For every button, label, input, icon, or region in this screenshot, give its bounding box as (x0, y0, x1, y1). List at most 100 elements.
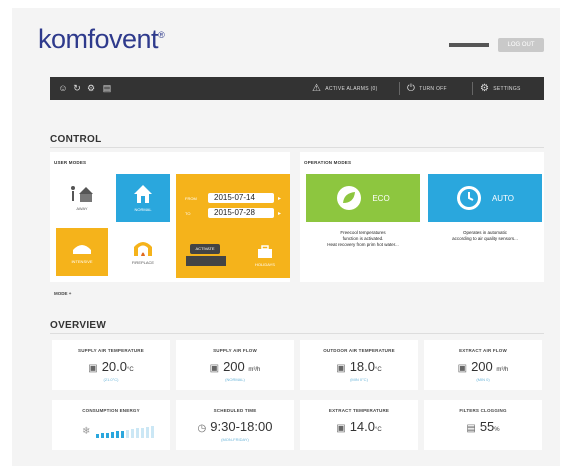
card-title: FILTERS CLOGGING (459, 408, 507, 413)
mode-away-label: AWAY (76, 206, 88, 211)
power-icon: ⏻ (407, 83, 416, 94)
card-value: 18.0 (349, 359, 376, 374)
overview-card-supply-flow[interactable]: SUPPLY AIR FLOW ▣ 200 m³/h (NORMAL) (176, 340, 294, 390)
holiday-activate-button[interactable]: ACTIVATE (190, 244, 220, 254)
card-value-row: ▣ 18.0°C (300, 359, 418, 374)
eco-mode-button[interactable]: ECO (306, 174, 420, 222)
active-alarms-button[interactable]: ⚠ ACTIVE ALARMS (0) (312, 77, 378, 100)
logout-button[interactable]: LOG OUT (498, 38, 544, 52)
user-modes-label: USER MODES (54, 160, 87, 165)
mode-intensive-label: INTENSIVE (71, 259, 93, 264)
energy-level-bar (111, 431, 114, 438)
card-unit: % (494, 427, 500, 433)
thermometer-icon: ▣ (336, 363, 346, 374)
card-unit: °C (375, 367, 382, 373)
company-logo[interactable]: komfovent® (38, 24, 165, 55)
mode-normal-label: NORMAL (134, 207, 152, 212)
overview-card-energy[interactable]: CONSUMPTION ENERGY ❄ (52, 400, 170, 450)
card-unit: m³/h (248, 367, 261, 373)
card-value-row: ◷ 9:30-18:00 (176, 419, 294, 434)
holiday-caption: HOLIDAYS (255, 262, 275, 267)
card-value-row: ▣ 200 m³/h (424, 359, 542, 374)
turn-off-button[interactable]: ⏻ TURN OFF (407, 77, 447, 100)
eco-description: Freecool temperatures function is activa… (327, 230, 399, 247)
card-sub: (MON-FRIDAY) (221, 437, 249, 442)
overview-card-extract-temp[interactable]: EXTRACT TEMPERATURE ▣ 14.0°C (300, 400, 418, 450)
to-date-field[interactable]: 2015-07-28 (208, 208, 274, 218)
divider (399, 82, 400, 95)
eco-label: ECO (372, 193, 390, 203)
card-value: 200 (471, 359, 493, 374)
card-value: 9:30-18:00 (210, 419, 273, 434)
card-title: SUPPLY AIR FLOW (213, 348, 257, 353)
energy-level-bar (116, 431, 119, 438)
document-icon[interactable]: ▤ (102, 82, 112, 94)
energy-level-bar (146, 427, 149, 438)
energy-level-bar (96, 434, 99, 438)
from-date-field[interactable]: 2015-07-14 (208, 193, 274, 203)
energy-level-bar (106, 432, 109, 438)
holiday-suitcase-tile[interactable]: HOLIDAYS (242, 236, 288, 276)
home-icon (134, 185, 152, 203)
top-toolbar: ☺ ↻ ⚙ ▤ ⚠ ACTIVE ALARMS (0) ⏻ TURN OFF ⚙… (50, 77, 544, 100)
card-title: EXTRACT AIR FLOW (459, 348, 507, 353)
card-title: SCHEDULED TIME (213, 408, 257, 413)
refresh-icon[interactable]: ↻ (72, 82, 82, 94)
energy-level-bars (96, 426, 154, 438)
energy-level-bar (141, 427, 144, 438)
auto-description: Operates in automatic according to air q… (452, 230, 518, 241)
intensive-icon (73, 245, 91, 254)
card-sub: (21.0°C) (103, 377, 119, 382)
to-calendar-icon[interactable]: ▸ (278, 210, 281, 217)
card-title: CONSUMPTION ENERGY (82, 408, 140, 413)
card-title: EXTRACT TEMPERATURE (328, 408, 390, 413)
divider (50, 147, 544, 148)
overview-card-extract-flow[interactable]: EXTRACT AIR FLOW ▣ 200 m³/h (MIN 0) (424, 340, 542, 390)
card-unit: °C (375, 427, 382, 433)
from-label: FROM (185, 196, 197, 201)
settings-icon[interactable]: ⚙ (86, 82, 96, 94)
eco-leaf-icon (337, 186, 362, 210)
snowflake-icon: ❄ (82, 426, 91, 437)
energy-level-bar (126, 429, 129, 438)
card-sub: (MIN 0°C) (350, 377, 368, 382)
card-value-row: ▣ 14.0°C (300, 419, 418, 434)
from-calendar-icon[interactable]: ▸ (278, 195, 281, 202)
card-value: 20.0 (101, 359, 128, 374)
gear-icon: ⚙ (480, 83, 490, 94)
fan-icon: ▣ (457, 363, 468, 374)
mode-fireplace-tile[interactable]: FIREPLACE (116, 228, 170, 276)
fireplace-icon (134, 242, 152, 256)
active-alarms-label: ACTIVE ALARMS (0) (325, 85, 378, 92)
divider (50, 333, 544, 334)
mode-fireplace-label: FIREPLACE (131, 260, 155, 265)
thermometer-icon: ▣ (88, 363, 98, 374)
energy-level-bar (121, 430, 124, 438)
mode-normal-tile[interactable]: NORMAL (116, 174, 170, 222)
person-icon[interactable]: ☺ (58, 82, 68, 94)
filter-icon: ▤ (466, 423, 476, 434)
control-heading: CONTROL (50, 134, 102, 145)
to-label: TO (185, 211, 191, 216)
card-value: 14.0 (349, 419, 376, 434)
overview-card-outdoor-temp[interactable]: OUTDOOR AIR TEMPERATURE ▣ 18.0°C (MIN 0°C… (300, 340, 418, 390)
card-value-row: ▤ 55% (424, 419, 542, 434)
overview-card-schedule[interactable]: SCHEDULED TIME ◷ 9:30-18:00 (MON-FRIDAY) (176, 400, 294, 450)
more-modes-link[interactable]: MODE + (54, 291, 71, 296)
mode-away-tile[interactable]: AWAY (56, 174, 108, 222)
settings-label: SETTINGS (493, 85, 521, 92)
auto-mode-button[interactable]: AUTO (428, 174, 542, 222)
overview-card-supply-temp[interactable]: SUPPLY AIR TEMPERATURE ▣ 20.0°C (21.0°C) (52, 340, 170, 390)
language-select[interactable] (449, 43, 489, 47)
card-value-row: ▣ 200 m³/h (176, 359, 294, 374)
mode-intensive-tile[interactable]: INTENSIVE (56, 228, 108, 276)
energy-level-bar (136, 428, 139, 438)
holiday-progress-bar (186, 256, 226, 266)
card-unit: m³/h (496, 367, 509, 373)
settings-button[interactable]: ⚙ SETTINGS (480, 77, 521, 100)
card-unit: °C (127, 367, 134, 373)
overview-card-filters[interactable]: FILTERS CLOGGING ▤ 55% (424, 400, 542, 450)
operation-modes-label: OPERATION MODES (304, 160, 352, 165)
thermometer-icon: ▣ (336, 423, 346, 434)
card-sub: (NORMAL) (225, 377, 245, 382)
